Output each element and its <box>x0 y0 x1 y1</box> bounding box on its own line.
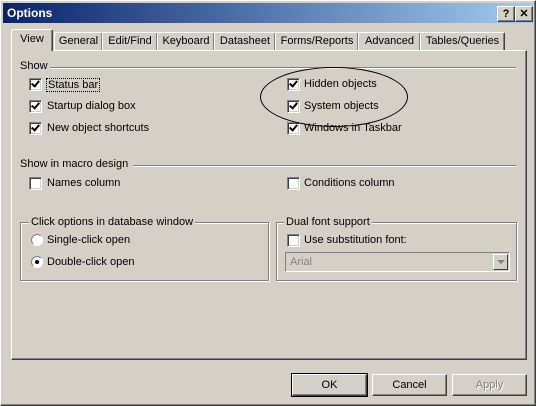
single-click-radio[interactable] <box>31 234 43 246</box>
status-bar-checkbox[interactable] <box>29 78 42 91</box>
help-button[interactable]: ? <box>497 6 515 22</box>
tab-view[interactable]: View <box>11 29 53 51</box>
conditions-column-checkbox[interactable] <box>287 177 300 190</box>
macro-section-label: Show in macro design <box>20 158 129 170</box>
tab-datasheet[interactable]: Datasheet <box>214 32 276 50</box>
substitution-font-combo[interactable]: Arial <box>285 252 510 272</box>
use-substitution-checkbox[interactable] <box>287 234 300 247</box>
names-column-label[interactable]: Names column <box>47 177 120 189</box>
windows-in-taskbar-checkbox[interactable] <box>287 122 300 135</box>
tab-general[interactable]: General <box>54 32 103 50</box>
tab-edit-find[interactable]: Edit/Find <box>102 32 158 50</box>
tab-keyboard[interactable]: Keyboard <box>157 32 215 50</box>
options-dialog: Options ? ✕ View General Edit/Find Keybo… <box>0 0 536 406</box>
single-click-label[interactable]: Single-click open <box>47 234 130 246</box>
double-click-label[interactable]: Double-click open <box>47 256 134 268</box>
tab-forms-reports[interactable]: Forms/Reports <box>275 32 359 50</box>
dual-font-label: Dual font support <box>284 216 372 228</box>
cancel-label: Cancel <box>392 379 427 391</box>
show-section-label: Show <box>20 60 48 72</box>
startup-dialog-checkbox[interactable] <box>29 100 42 113</box>
close-button[interactable]: ✕ <box>515 6 533 22</box>
startup-dialog-label[interactable]: Startup dialog box <box>47 100 136 112</box>
double-click-radio[interactable] <box>31 256 43 268</box>
substitution-font-value: Arial <box>290 256 313 268</box>
ok-label: OK <box>321 379 338 391</box>
view-tab-panel: Show Status bar Startup dialog box New o… <box>11 50 527 360</box>
dropdown-arrow-icon[interactable] <box>493 254 508 270</box>
tab-advanced[interactable]: Advanced <box>358 32 421 50</box>
status-bar-label[interactable]: Status bar <box>46 78 101 92</box>
apply-button[interactable]: Apply <box>452 374 527 396</box>
apply-label: Apply <box>475 379 504 391</box>
ok-button[interactable]: OK <box>291 373 368 397</box>
names-column-checkbox[interactable] <box>29 177 42 190</box>
use-substitution-label[interactable]: Use substitution font: <box>304 234 407 246</box>
macro-separator <box>133 165 516 167</box>
show-separator <box>50 67 516 69</box>
title-bar[interactable]: Options ? ✕ <box>3 3 533 23</box>
tab-strip: View General Edit/Find Keyboard Datashee… <box>1 29 536 51</box>
new-object-shortcuts-checkbox[interactable] <box>29 122 42 135</box>
new-object-shortcuts-label[interactable]: New object shortcuts <box>47 122 149 134</box>
conditions-column-label[interactable]: Conditions column <box>304 177 395 189</box>
tab-tables-queries[interactable]: Tables/Queries <box>420 32 505 50</box>
highlight-circle-annotation <box>260 67 408 127</box>
cancel-button[interactable]: Cancel <box>372 374 447 396</box>
click-options-label: Click options in database window <box>29 216 196 228</box>
click-options-group <box>20 222 269 281</box>
window-title: Options <box>7 6 53 20</box>
